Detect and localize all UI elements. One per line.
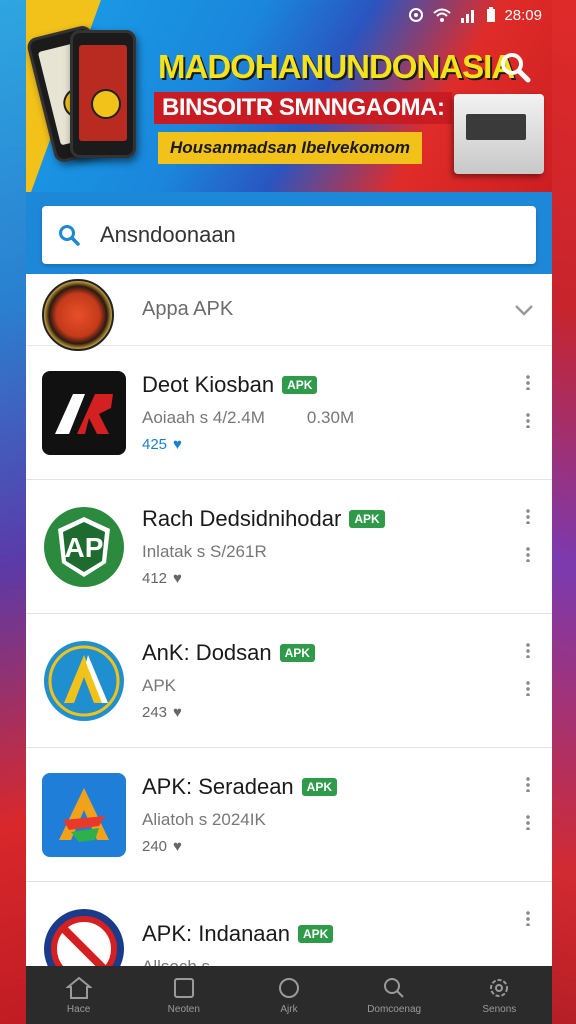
chevron-down-icon[interactable] <box>512 298 536 322</box>
nav-ajrk[interactable]: Ajrk <box>239 976 339 1015</box>
status-time: 28:09 <box>504 6 542 24</box>
section-header[interactable]: Appa APK <box>26 274 552 351</box>
wifi-icon <box>432 7 452 23</box>
nav-search[interactable]: Domcoenag <box>344 976 444 1015</box>
app-size: Aliatoh s 2024IK <box>142 810 266 829</box>
nav-label: Neoten <box>167 1003 200 1015</box>
app-name: Deot Kiosban <box>142 372 275 397</box>
nav-home[interactable]: Hace <box>29 976 129 1015</box>
app-size: Aoiaah s 4/2.4M <box>142 408 265 427</box>
more-options-icon[interactable] <box>518 678 538 698</box>
more-options-icon[interactable] <box>518 812 538 832</box>
bottom-navigation: Hace Neoten Ajrk Domcoenag Senons <box>26 966 552 1024</box>
banner-title: MADOHANUNDONASIA <box>158 48 515 85</box>
circle-icon <box>278 977 299 998</box>
app-rating: 240 <box>142 838 168 855</box>
more-options-icon[interactable] <box>518 410 538 430</box>
app-extra-size: 0.30M <box>306 408 355 427</box>
app-name: AnK: Dodsan <box>142 640 272 665</box>
sync-icon <box>408 7 424 23</box>
heart-icon[interactable]: ♥ <box>173 436 182 453</box>
section-logo <box>42 278 114 351</box>
battery-icon <box>486 7 496 23</box>
list-item[interactable]: AnK: Dodsan APK APK 243 ♥ <box>26 614 552 748</box>
search-icon <box>501 53 531 83</box>
nav-label: Ajrk <box>280 1003 298 1015</box>
app-icon <box>42 772 126 857</box>
header-search-button[interactable] <box>494 46 536 88</box>
search-area <box>26 192 552 274</box>
search-icon <box>384 977 404 998</box>
list-item[interactable]: Deot Kiosban APK Aoiaah s 4/2.4M 0.30M 425… <box>26 346 552 480</box>
app-icon: AP <box>42 505 126 589</box>
nav-label: Senons <box>482 1003 517 1015</box>
heart-icon[interactable]: ♥ <box>173 838 182 855</box>
apk-badge: APK <box>279 644 315 662</box>
signal-icon <box>460 7 478 23</box>
more-options-icon[interactable] <box>518 506 538 526</box>
svg-text:AP: AP <box>65 532 104 563</box>
banner-tagline: Housanmadsan Ibelvekomom <box>158 132 422 164</box>
app-name: APK: Indanaan <box>142 920 291 946</box>
nav-label: Domcoenag <box>367 1003 422 1015</box>
app-name: APK: Seradean <box>142 774 294 799</box>
list-item[interactable]: AP Rach Dedsidnihodar APK Inlatak s S/261… <box>26 480 552 614</box>
list-item[interactable]: APK: Indanaan APK Allsoch s <box>26 882 552 966</box>
more-options-icon[interactable] <box>518 544 538 564</box>
settings-icon <box>490 978 509 997</box>
search-icon <box>59 225 80 246</box>
more-options-icon[interactable] <box>518 372 538 392</box>
background-left-stripe <box>0 0 26 1024</box>
background-right-stripe <box>552 0 576 1024</box>
section-label: Appa APK <box>142 298 234 320</box>
apk-badge: APK <box>349 510 385 528</box>
more-options-icon[interactable] <box>518 908 538 928</box>
app-size: Allsoch s <box>142 956 211 967</box>
app-rating: 243 <box>142 704 168 721</box>
more-options-icon[interactable] <box>518 640 538 660</box>
app-name: Rach Dedsidnihodar <box>142 506 342 531</box>
apk-badge: APK <box>298 924 334 943</box>
heart-icon[interactable]: ♥ <box>173 704 182 721</box>
status-bar: 28:09 <box>352 0 552 30</box>
app-rating: 425 <box>142 436 168 453</box>
heart-icon[interactable]: ♥ <box>173 570 182 587</box>
apk-badge: APK <box>301 778 338 796</box>
square-icon <box>173 977 194 998</box>
app-list: Appa APK Deot Kiosban APK Aoiaah s 4/2.4M… <box>26 274 552 966</box>
nav-settings[interactable]: Senons <box>449 976 549 1015</box>
search-input[interactable] <box>100 222 480 248</box>
search-box[interactable] <box>42 206 536 264</box>
banner-printer-image <box>454 94 544 174</box>
apk-badge: APK <box>282 376 318 394</box>
app-rating: 412 <box>142 570 168 587</box>
nav-neoten[interactable]: Neoten <box>134 976 234 1015</box>
banner-phone-image <box>70 30 136 158</box>
app-icon <box>42 639 126 723</box>
app-size: APK <box>142 676 177 695</box>
app-icon <box>42 370 126 455</box>
banner-subtitle: BINSOITR SMNNGAOMA: <box>154 92 453 124</box>
home-icon <box>65 976 92 999</box>
nav-label: Hace <box>66 1003 91 1015</box>
list-item[interactable]: APK: Seradean APK Aliatoh s 2024IK 240 ♥ <box>26 748 552 882</box>
app-size: Inlatak s S/261R <box>142 542 267 561</box>
more-options-icon[interactable] <box>518 774 538 794</box>
app-icon <box>42 907 126 966</box>
